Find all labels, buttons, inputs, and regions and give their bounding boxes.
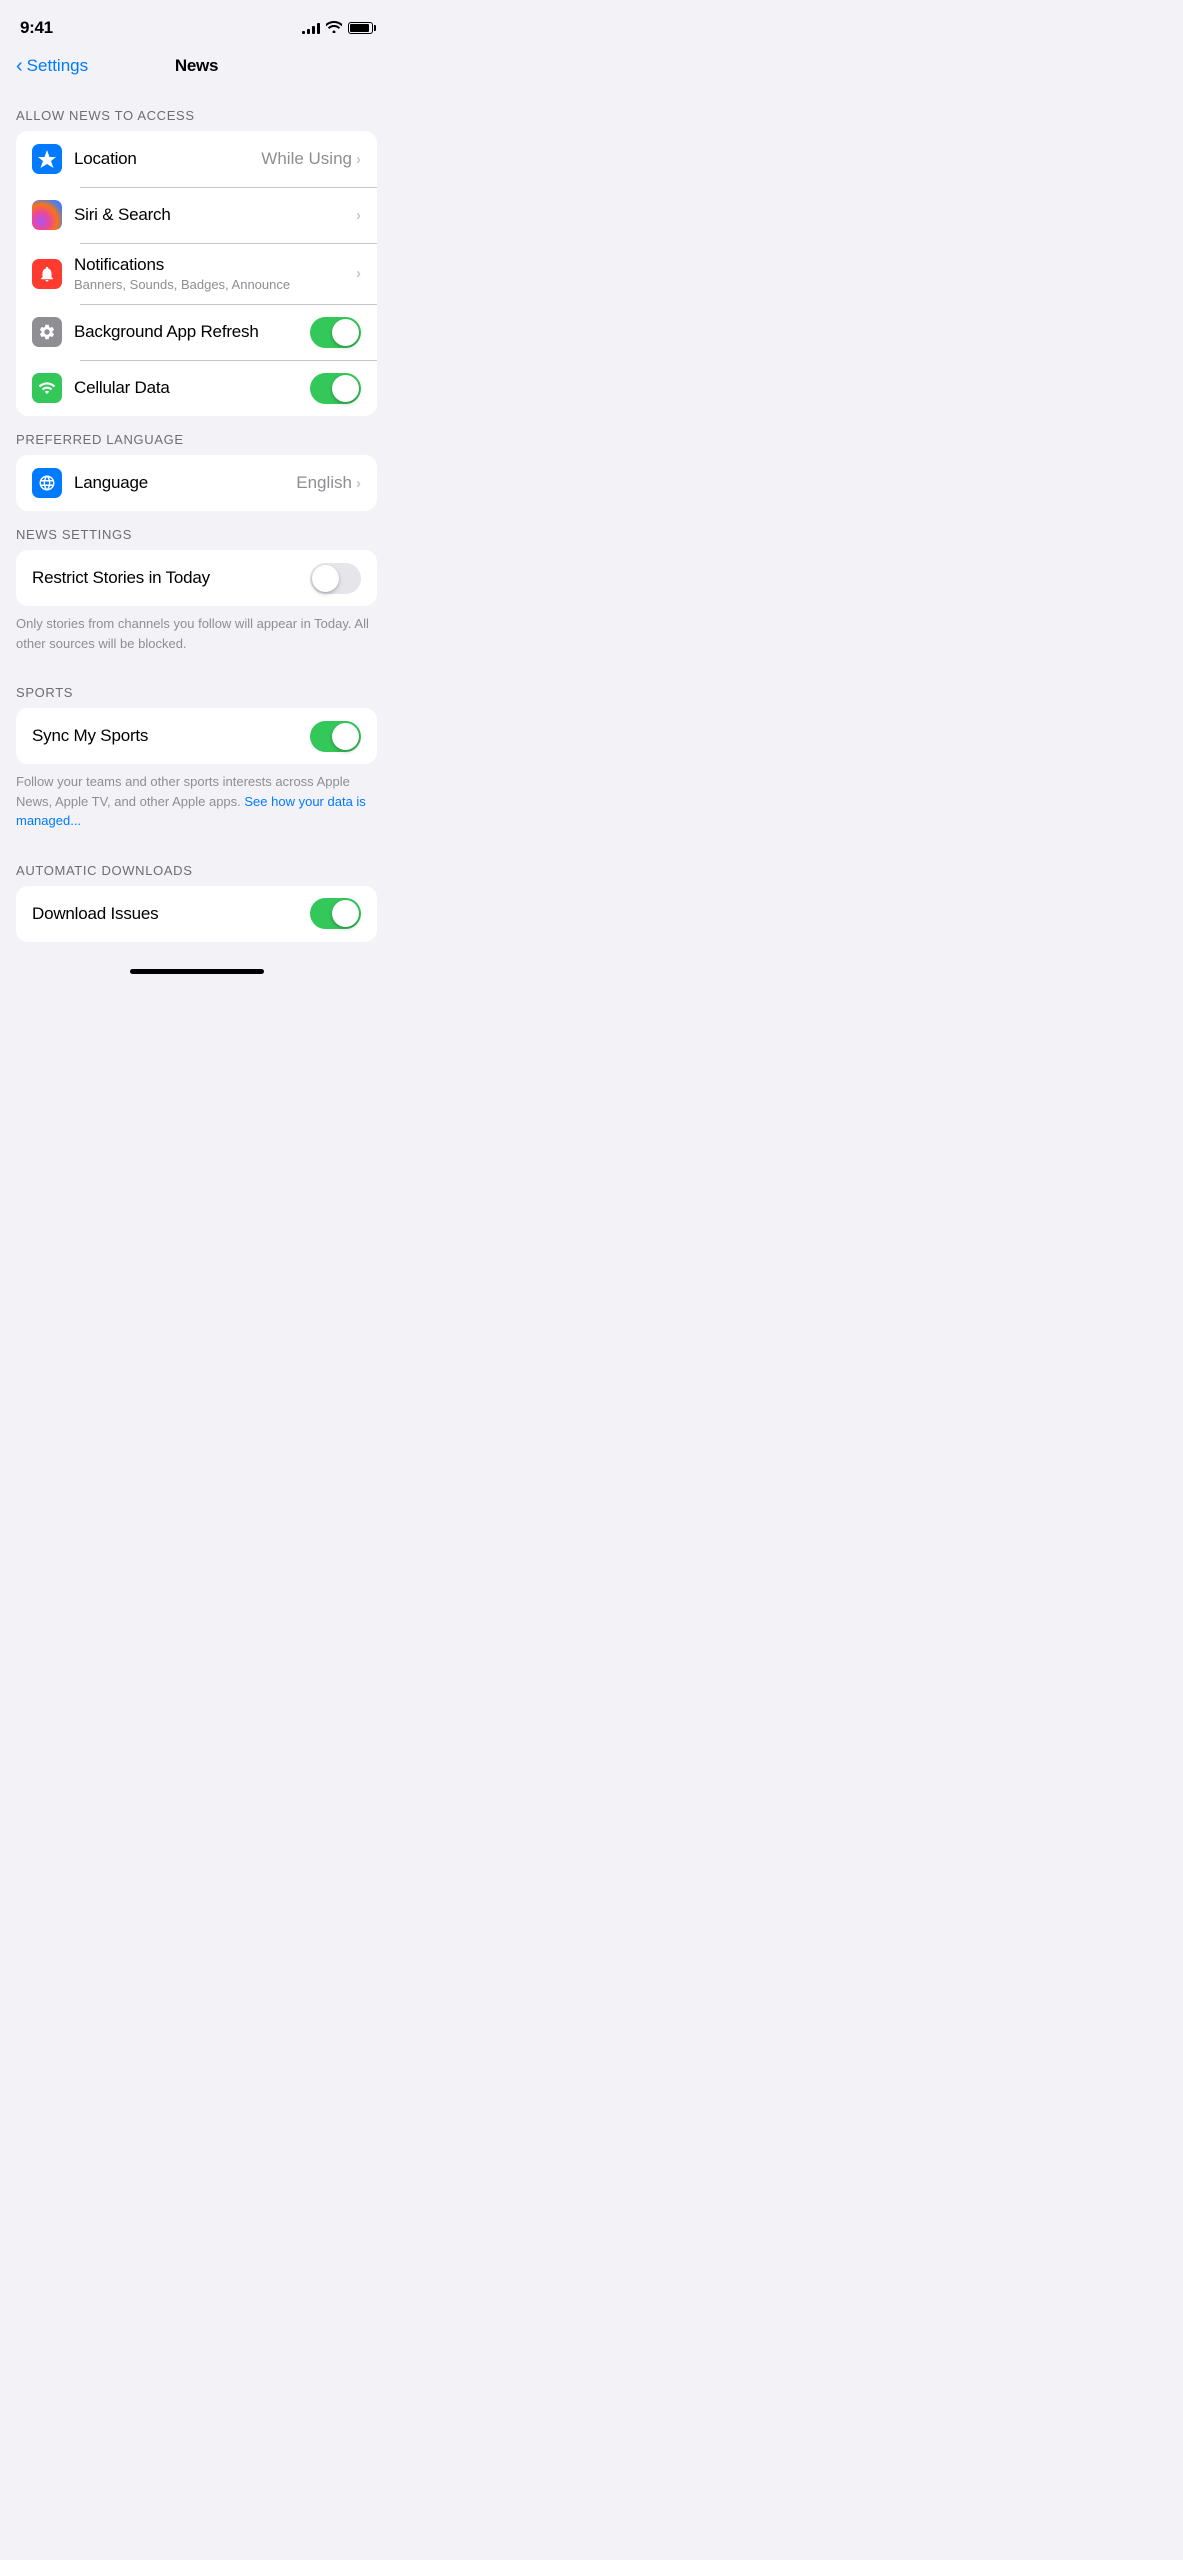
sports-description: Follow your teams and other sports inter… (0, 764, 393, 847)
siri-right: › (356, 207, 361, 224)
toggle-knob (332, 375, 359, 402)
globe-icon (38, 474, 56, 492)
background-refresh-row[interactable]: Background App Refresh (16, 304, 377, 360)
location-icon-bg (32, 144, 62, 174)
language-title: Language (74, 473, 288, 493)
sync-sports-toggle[interactable] (310, 721, 361, 752)
location-icon (38, 150, 56, 168)
download-issues-content: Download Issues (32, 904, 302, 924)
location-title: Location (74, 149, 253, 169)
notifications-row[interactable]: Notifications Banners, Sounds, Badges, A… (16, 243, 377, 304)
signal-bars-icon (302, 22, 320, 34)
section-label-news-settings: NEWS SETTINGS (0, 511, 393, 550)
section-label-allow-access: ALLOW NEWS TO ACCESS (0, 92, 393, 131)
sports-card: Sync My Sports (16, 708, 377, 764)
siri-content: Siri & Search (74, 205, 348, 225)
page-title: News (175, 56, 218, 76)
news-settings-card: Restrict Stories in Today (16, 550, 377, 606)
language-right: English › (296, 473, 361, 493)
section-label-preferred-language: PREFERRED LANGUAGE (0, 416, 393, 455)
restrict-stories-toggle[interactable] (310, 563, 361, 594)
restrict-stories-right (310, 563, 361, 594)
status-icons (302, 21, 373, 36)
location-value: While Using (261, 149, 352, 169)
language-icon-bg (32, 468, 62, 498)
notifications-content: Notifications Banners, Sounds, Badges, A… (74, 255, 348, 292)
cellular-title: Cellular Data (74, 378, 302, 398)
notifications-icon-bg (32, 259, 62, 289)
cellular-right (310, 373, 361, 404)
download-issues-toggle[interactable] (310, 898, 361, 929)
battery-icon (348, 22, 373, 34)
sync-sports-content: Sync My Sports (32, 726, 302, 746)
cellular-icon (38, 379, 56, 397)
download-issues-title: Download Issues (32, 904, 302, 924)
language-chevron-icon: › (356, 475, 361, 492)
download-issues-right (310, 898, 361, 929)
cellular-data-toggle[interactable] (310, 373, 361, 404)
allow-access-card: Location While Using › Siri & Search › N… (16, 131, 377, 416)
section-label-sports: SPORTS (0, 669, 393, 708)
location-chevron-icon: › (356, 151, 361, 168)
language-value: English (296, 473, 352, 493)
notifications-title: Notifications (74, 255, 348, 275)
siri-icon-bg (32, 200, 62, 230)
signal-bar-3 (312, 26, 315, 34)
restrict-stories-row[interactable]: Restrict Stories in Today (16, 550, 377, 606)
auto-downloads-card: Download Issues (16, 886, 377, 942)
siri-row[interactable]: Siri & Search › (16, 187, 377, 243)
signal-bar-1 (302, 31, 305, 34)
notifications-subtitle: Banners, Sounds, Badges, Announce (74, 277, 348, 292)
status-bar: 9:41 (0, 0, 393, 48)
notifications-icon (38, 265, 56, 283)
back-label: Settings (27, 56, 88, 76)
background-refresh-toggle[interactable] (310, 317, 361, 348)
notifications-chevron-icon: › (356, 265, 361, 282)
sync-sports-title: Sync My Sports (32, 726, 302, 746)
wifi-icon (326, 21, 342, 36)
toggle-knob (332, 319, 359, 346)
sync-sports-right (310, 721, 361, 752)
cellular-content: Cellular Data (74, 378, 302, 398)
gear-icon (38, 323, 56, 341)
background-refresh-right (310, 317, 361, 348)
section-label-auto-downloads: AUTOMATIC DOWNLOADS (0, 847, 393, 886)
siri-title: Siri & Search (74, 205, 348, 225)
sync-sports-row[interactable]: Sync My Sports (16, 708, 377, 764)
signal-bar-4 (317, 23, 320, 34)
restrict-stories-content: Restrict Stories in Today (32, 568, 302, 588)
siri-chevron-icon: › (356, 207, 361, 224)
toggle-knob (312, 565, 339, 592)
back-chevron-icon: ‹ (16, 56, 23, 76)
battery-fill (350, 24, 369, 32)
preferred-language-card: Language English › (16, 455, 377, 511)
download-issues-row[interactable]: Download Issues (16, 886, 377, 942)
toggle-knob (332, 900, 359, 927)
siri-icon (32, 200, 62, 230)
signal-bar-2 (307, 29, 310, 34)
back-button[interactable]: ‹ Settings (16, 56, 88, 76)
background-refresh-title: Background App Refresh (74, 322, 302, 342)
status-time: 9:41 (20, 18, 53, 38)
background-refresh-icon-bg (32, 317, 62, 347)
background-refresh-content: Background App Refresh (74, 322, 302, 342)
location-row[interactable]: Location While Using › (16, 131, 377, 187)
restrict-stories-title: Restrict Stories in Today (32, 568, 302, 588)
location-content: Location (74, 149, 253, 169)
restrict-stories-description: Only stories from channels you follow wi… (0, 606, 393, 669)
cellular-icon-bg (32, 373, 62, 403)
language-row[interactable]: Language English › (16, 455, 377, 511)
nav-header: ‹ Settings News (0, 48, 393, 92)
location-right: While Using › (261, 149, 361, 169)
toggle-knob (332, 723, 359, 750)
language-content: Language (74, 473, 288, 493)
home-indicator (130, 969, 264, 974)
notifications-right: › (356, 265, 361, 282)
cellular-data-row[interactable]: Cellular Data (16, 360, 377, 416)
